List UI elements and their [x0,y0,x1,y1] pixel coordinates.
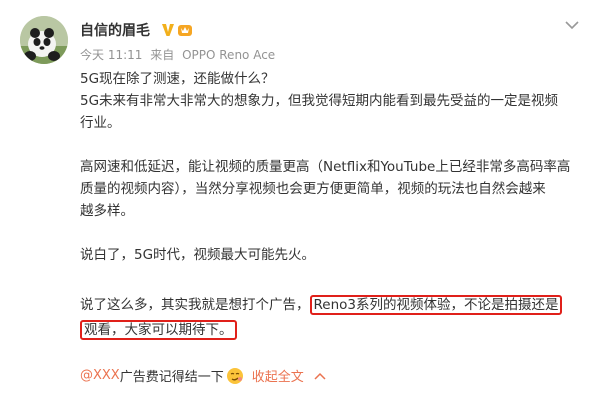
avatar[interactable] [20,16,68,64]
text-line-highlighted: 说了这么多，其实我就是想打个广告， Reno3系列的视频体验，不论是拍摄还是 [80,294,585,316]
text-line: 行业。 [80,115,121,131]
chevron-up-icon[interactable] [314,371,326,381]
smirk-emoji-icon [226,367,244,385]
verified-badge-icon [160,22,176,38]
footer-text: 广告费记得结一下 [119,370,224,385]
chevron-down-icon[interactable] [564,16,580,30]
highlight-box-1: Reno3系列的视频体验，不论是拍摄还是 [309,295,563,315]
post-time[interactable]: 今天 11:11 [80,48,142,62]
collapse-full-text-link[interactable]: 收起全文 [252,366,304,385]
text-line: 5G现在除了测速，还能做什么？ [80,71,275,87]
username[interactable]: 自信的眉毛 [80,20,150,40]
member-crown-icon[interactable] [177,22,193,38]
text-line: 高网速和低延迟，能让视频的质量更高（Netflix和YouTube上已经非常多高… [80,159,571,175]
post-content: 5G现在除了测速，还能做什么？ 5G未来有非常大非常大的想象力，但我觉得短期内能… [80,68,585,341]
text-line: 质量的视频内容），当然分享视频也会更方便更简单，视频的玩法也自然会越来 [80,181,546,197]
highlight-box-2: 观看，大家可以期待下。 [80,320,237,340]
post-footer: @XXX 广告费记得结一下 收起全文 [80,366,326,385]
ad-lead-text: 说了这么多，其实我就是想打个广告， [80,297,310,313]
device-name[interactable]: OPPO Reno Ace [182,48,275,62]
text-line: 越多样。 [80,203,134,219]
text-line: 说白了，5G时代，视频最大可能先火。 [80,247,316,263]
text-line: 5G未来有非常大非常大的想象力，但我觉得短期内能看到最先受益的一定是视频 [80,93,559,109]
mention-link[interactable]: @XXX [80,368,120,383]
via-label: 来自 [150,48,175,62]
text-line-highlighted: 观看，大家可以期待下。 [80,319,585,341]
post-meta: 今天 11:11 来自 OPPO Reno Ace [80,46,275,63]
